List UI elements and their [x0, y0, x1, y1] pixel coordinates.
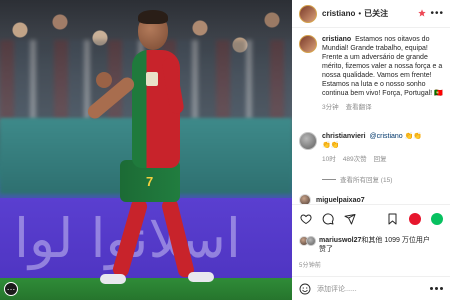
comment-emoji-trail: 👏👏 [322, 142, 340, 149]
author-username[interactable]: cristiano [322, 9, 355, 18]
comment-emoji: 👏👏 [404, 133, 423, 140]
post-time: 5分钟前 [299, 263, 322, 269]
post-options-icon[interactable]: ••• [430, 8, 444, 19]
jersey-badge [146, 72, 158, 86]
translate-link[interactable]: 查看翻译 [346, 101, 372, 111]
commenter-avatar[interactable] [299, 132, 317, 150]
caption-time: 3分钟 [322, 104, 339, 111]
liker-username[interactable]: mariuswol27 [319, 237, 361, 244]
view-replies-link[interactable]: 查看所有回复 (15) [322, 174, 392, 184]
player-figure: 7 [70, 10, 230, 295]
player-leg [160, 197, 196, 279]
wechat-share-icon[interactable] [430, 212, 443, 225]
likes-summary: mariuswol27和其他 1099 万位用户 赞了 [299, 236, 447, 254]
action-bar [292, 204, 450, 232]
comment-input[interactable]: 添加评论...... [317, 284, 357, 294]
separator-dot: • [358, 9, 362, 18]
bookmark-icon[interactable] [386, 212, 399, 225]
caption-text: Estamos nos oitavos do Mundial! Grande t… [322, 36, 443, 97]
caption-avatar[interactable] [299, 35, 317, 53]
post-header: cristiano • 已关注 ••• [292, 0, 450, 28]
player-leg [111, 197, 149, 279]
comment-meta: 10时 489次赞 回复 [322, 153, 422, 163]
caption-username[interactable]: cristiano [322, 36, 351, 43]
view-replies-label[interactable]: 查看所有回复 (15) [340, 174, 392, 184]
liker-avatar[interactable] [306, 236, 316, 246]
post-photo[interactable]: اسلانوا لوا 7 … [0, 0, 292, 300]
following-button[interactable]: 已关注 [364, 8, 388, 19]
heart-icon[interactable] [299, 212, 312, 225]
caption-meta: 3分钟 查看翻译 [322, 101, 447, 111]
comment-username[interactable]: miguelpaixao7 [316, 197, 365, 204]
comment-text-block: christianvieri @cristiano 👏👏 👏👏 [322, 132, 422, 150]
post-caption: cristiano Estamos nos oitavos do Mundial… [299, 35, 447, 111]
add-comment-bar: 添加评论...... [292, 276, 450, 300]
comment-username[interactable]: christianvieri [322, 133, 366, 140]
comment-time: 10时 [322, 156, 336, 163]
emoji-icon[interactable] [299, 283, 311, 295]
weibo-share-icon[interactable] [408, 212, 421, 225]
comment-item: christianvieri @cristiano 👏👏 👏👏 10时 489次… [299, 132, 447, 163]
more-options-icon[interactable]: … [4, 282, 18, 296]
replies-divider [322, 178, 336, 180]
comment-icon[interactable] [321, 212, 334, 225]
player-boot [100, 274, 126, 284]
likes-suffix: 赞了 [319, 246, 333, 253]
likes-count-text[interactable]: 和其他 1099 万位用户 [361, 237, 429, 244]
player-boot [188, 272, 214, 282]
more-icon[interactable] [429, 284, 443, 294]
star-icon [418, 9, 426, 17]
comment-likes[interactable]: 489次赞 [343, 153, 367, 163]
player-fist [96, 72, 112, 88]
author-avatar[interactable] [299, 4, 317, 23]
caption-text-block: cristiano Estamos nos oitavos do Mundial… [322, 35, 447, 98]
comment-mention[interactable]: @cristiano [370, 133, 403, 140]
jersey-number: 7 [146, 174, 154, 189]
post-side-panel: cristiano • 已关注 ••• cristiano Estamos no… [292, 0, 450, 300]
player-hair [138, 10, 168, 24]
paper-plane-icon[interactable] [343, 212, 356, 225]
likes-text: mariuswol27和其他 1099 万位用户 赞了 [319, 236, 430, 254]
reply-link[interactable]: 回复 [374, 153, 387, 163]
